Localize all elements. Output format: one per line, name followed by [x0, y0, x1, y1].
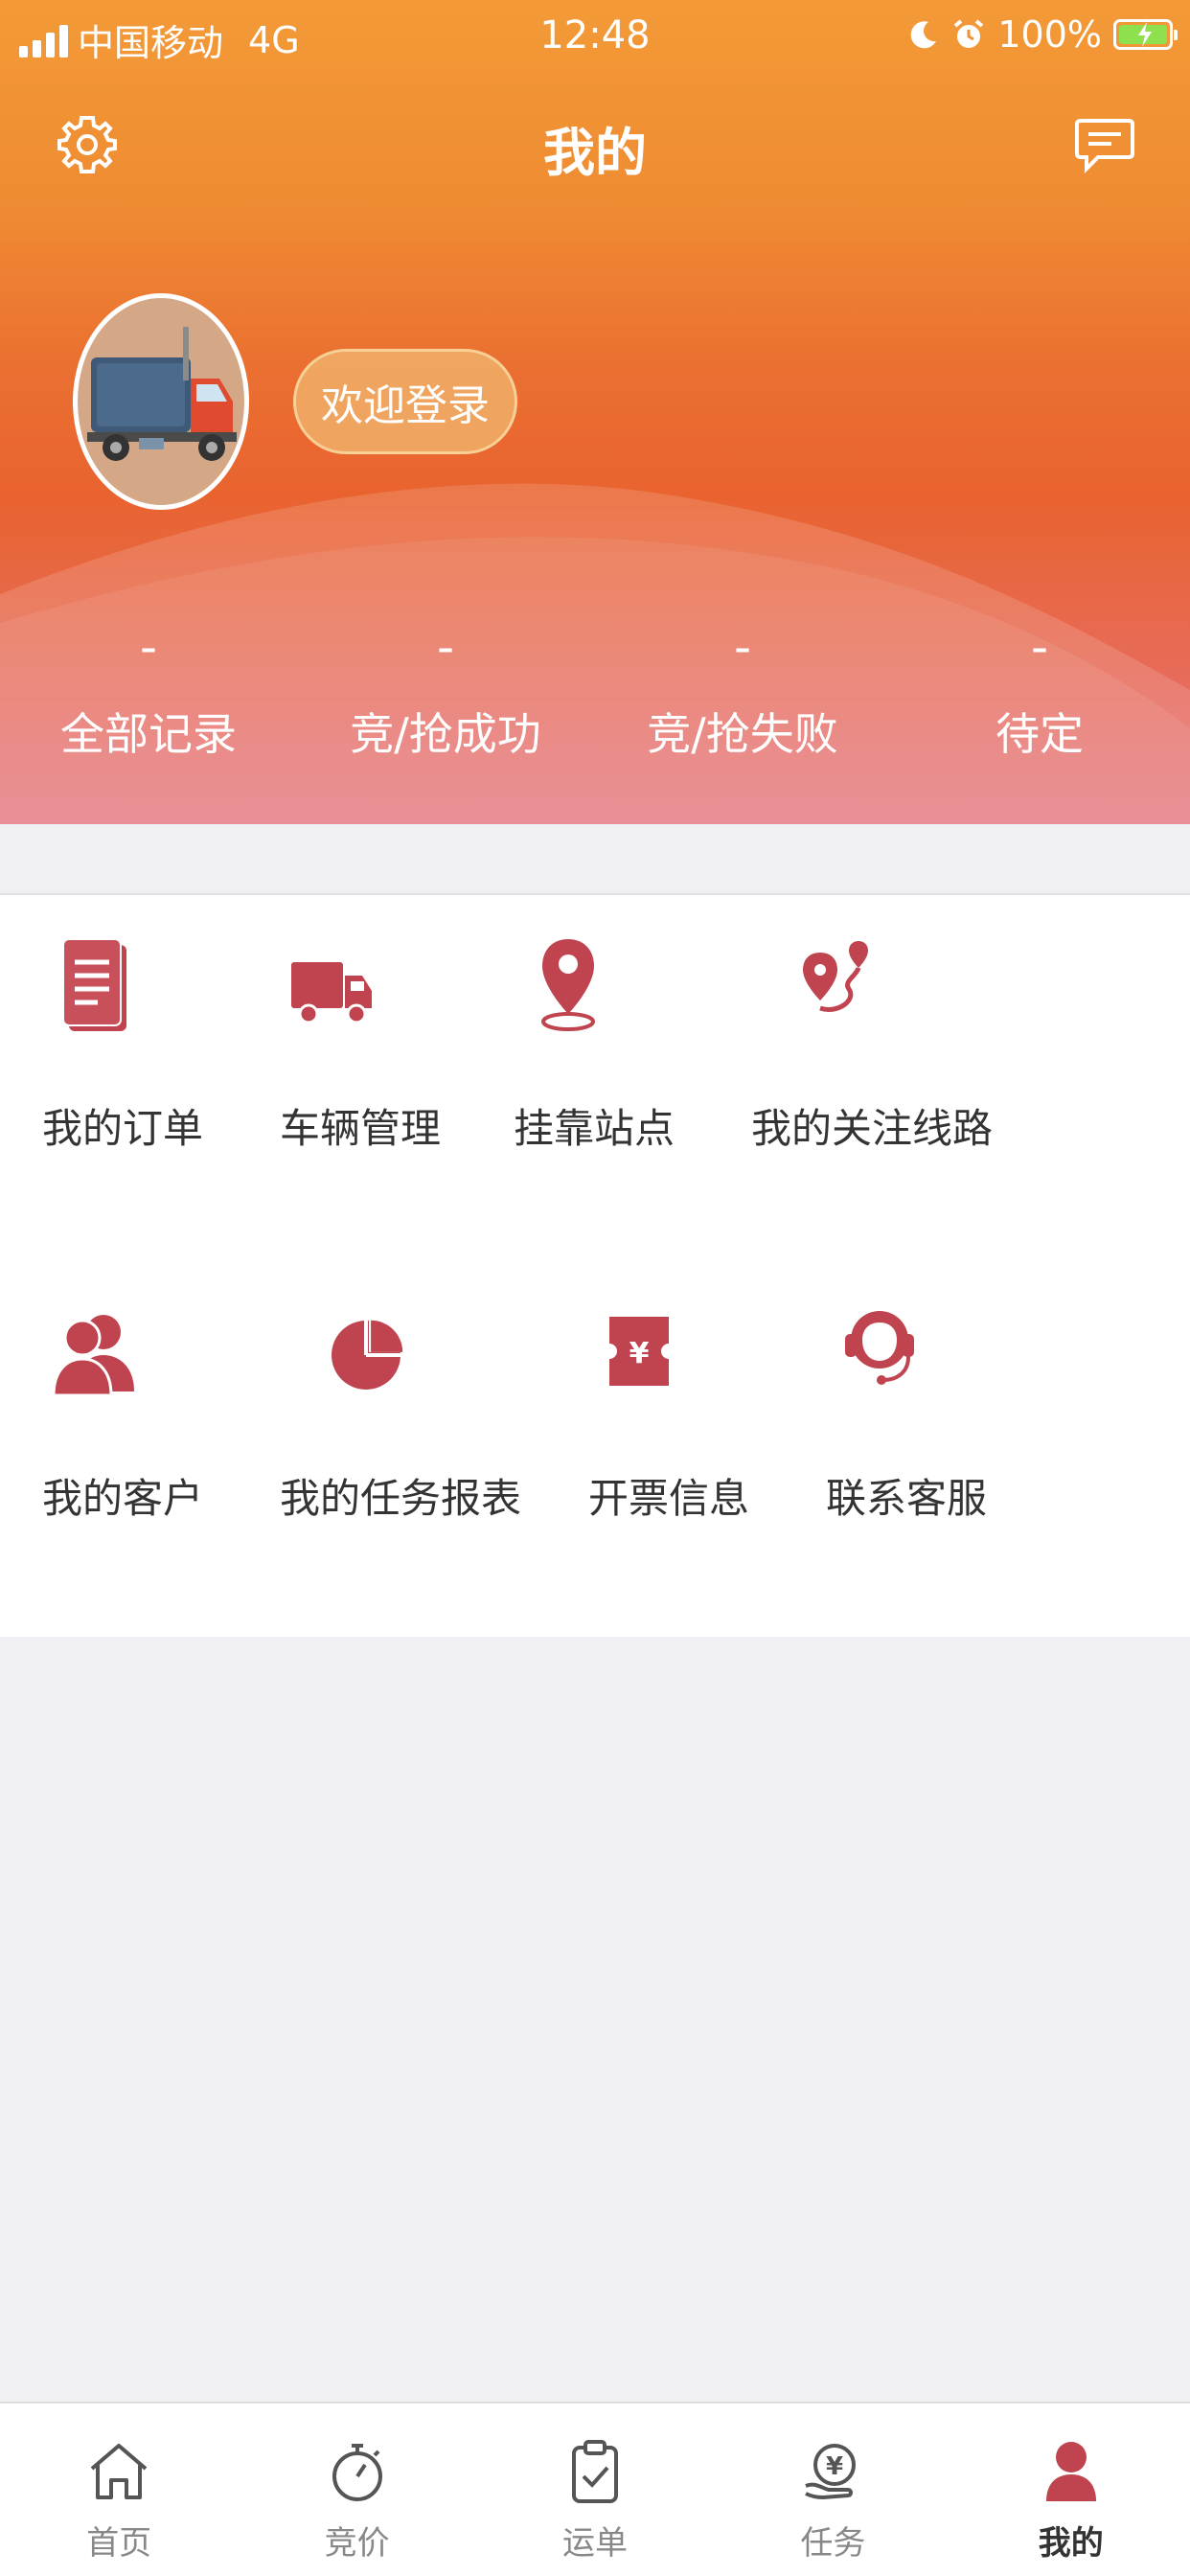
- headset-icon: [845, 1311, 914, 1385]
- alarm-icon: [954, 19, 984, 48]
- menu-label: 挂靠站点: [514, 1105, 675, 1152]
- document-icon: [62, 938, 126, 1031]
- stat-value: -: [436, 619, 455, 675]
- tab-home[interactable]: 首页: [0, 2404, 238, 2576]
- tab-label: 首页: [86, 2524, 152, 2563]
- battery-icon: [1113, 19, 1178, 50]
- menu-item-invoice-info[interactable]: ¥ 开票信息: [514, 1265, 749, 1581]
- tab-label: 竞价: [324, 2524, 390, 2563]
- yuan-hand-icon: ¥: [805, 2444, 857, 2500]
- stat-label: 竞/抢成功: [350, 708, 541, 760]
- tab-tasks[interactable]: ¥ 任务: [714, 2404, 951, 2576]
- battery-percent: 100%: [997, 13, 1102, 56]
- menu-label: 我的客户: [42, 1475, 204, 1522]
- menu-item-vehicle-management[interactable]: 车辆管理: [236, 895, 471, 1211]
- clipboard-check-icon: [571, 2440, 618, 2503]
- login-button[interactable]: 欢迎登录: [293, 349, 517, 454]
- stats-row: - 全部记录 - 竞/抢成功 - 竞/抢失败 - 待定: [0, 613, 1190, 786]
- page-title: 我的: [543, 123, 647, 183]
- menu-label: 我的订单: [42, 1105, 204, 1152]
- menu-item-task-report[interactable]: 我的任务报表: [236, 1265, 521, 1581]
- truck-avatar-icon: [87, 327, 237, 461]
- tab-bidding[interactable]: 竞价: [238, 2404, 475, 2576]
- stat-failed[interactable]: - 竞/抢失败: [594, 613, 891, 786]
- stat-success[interactable]: - 竞/抢成功: [297, 613, 594, 786]
- tab-bar: 首页 竞价 运单 ¥ 任务 我的: [0, 2402, 1190, 2576]
- location-pin-icon: [541, 939, 595, 1031]
- route-icon: [803, 941, 868, 1012]
- tab-mine[interactable]: 我的: [952, 2404, 1190, 2576]
- tab-label: 任务: [800, 2524, 866, 2563]
- stat-label: 全部记录: [60, 708, 237, 760]
- menu-label: 联系客服: [826, 1475, 988, 1522]
- menu-label: 我的关注线路: [751, 1105, 994, 1152]
- menu-item-customer-service[interactable]: 联系客服: [749, 1265, 988, 1581]
- tab-label: 我的: [1038, 2524, 1104, 2563]
- profile-header: 中国移动 4G 12:48 100% 我的 欢迎登录 - 全部记录 - 竞/抢成…: [0, 0, 1190, 824]
- menu-label: 我的任务报表: [280, 1475, 522, 1522]
- menu-label: 开票信息: [588, 1475, 750, 1522]
- moon-icon: [911, 21, 937, 49]
- tab-waybill[interactable]: 运单: [476, 2404, 714, 2576]
- svg-text:¥: ¥: [826, 2452, 843, 2481]
- stat-pending[interactable]: - 待定: [891, 613, 1188, 786]
- menu-label: 车辆管理: [280, 1105, 442, 1152]
- stat-label: 竞/抢失败: [647, 708, 838, 760]
- menu-item-my-customers[interactable]: 我的客户: [0, 1265, 236, 1581]
- pie-chart-icon: [332, 1318, 403, 1390]
- home-icon: [90, 2444, 148, 2499]
- invoice-icon: ¥: [609, 1317, 669, 1386]
- stopwatch-icon: [332, 2444, 382, 2501]
- stat-value: -: [733, 619, 752, 675]
- avatar[interactable]: [73, 293, 249, 510]
- stat-value: -: [1030, 619, 1049, 675]
- truck-icon: [291, 962, 372, 1024]
- menu-item-affiliated-station[interactable]: 挂靠站点: [471, 895, 707, 1211]
- menu-grid: 我的订单 车辆管理 挂靠站点 我的关注线路 我的客户 我的任务报表 ¥ 开票信息…: [0, 893, 1190, 1637]
- stat-label: 待定: [995, 708, 1084, 760]
- users-icon: [52, 1315, 134, 1397]
- menu-item-my-orders[interactable]: 我的订单: [0, 895, 236, 1211]
- stat-value: -: [139, 619, 158, 675]
- tab-label: 运单: [561, 2524, 628, 2563]
- svg-text:¥: ¥: [629, 1337, 650, 1370]
- message-icon[interactable]: [1073, 113, 1136, 176]
- menu-item-followed-routes[interactable]: 我的关注线路: [707, 895, 1023, 1211]
- stat-all-records[interactable]: - 全部记录: [0, 613, 297, 786]
- person-icon: [1045, 2442, 1096, 2501]
- status-bar: 中国移动 4G 12:48 100%: [0, 0, 1190, 73]
